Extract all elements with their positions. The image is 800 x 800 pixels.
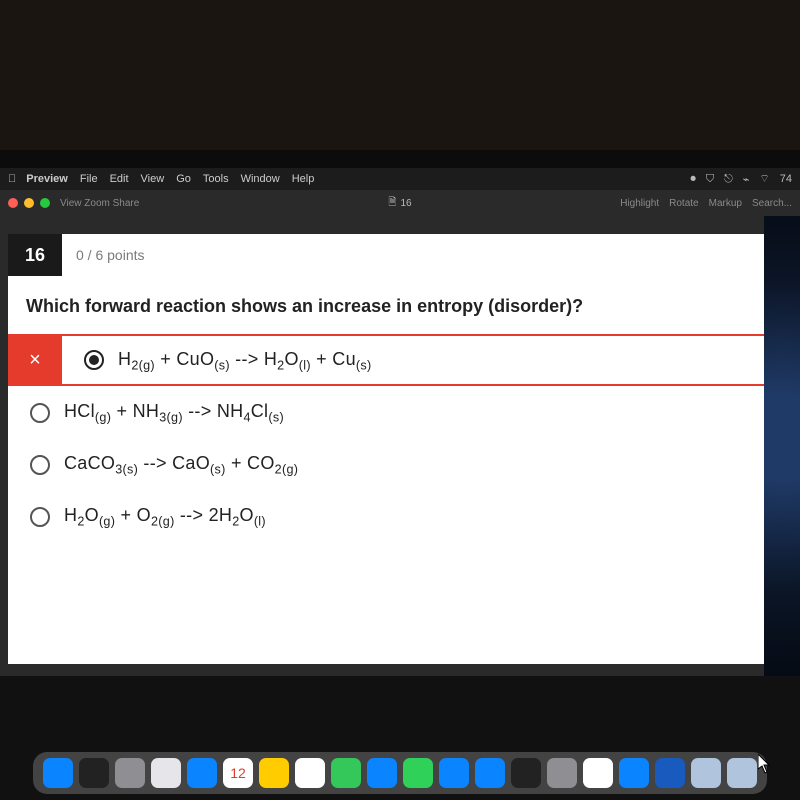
record-status-icon[interactable]: ⏺	[690, 173, 696, 186]
apple-menu-icon[interactable]: 	[8, 173, 16, 185]
macos-menubar:  Preview File Edit View Go Tools Window…	[0, 168, 800, 190]
radio-selected-icon[interactable]	[84, 350, 104, 370]
menu-view[interactable]: View	[141, 173, 165, 185]
desktop-wallpaper-sliver	[764, 216, 800, 676]
dock-app-notes[interactable]	[259, 758, 289, 788]
menu-edit[interactable]: Edit	[110, 173, 129, 185]
bluetooth-icon[interactable]: ⌁	[743, 173, 750, 186]
dock-app-folder2[interactable]	[727, 758, 757, 788]
answer-option[interactable]: HCl(g) + NH3(g) --> NH4Cl(s)	[8, 386, 764, 438]
menu-go[interactable]: Go	[176, 173, 191, 185]
close-button[interactable]	[8, 198, 18, 208]
incorrect-x-icon: ×	[8, 336, 62, 384]
mouse-cursor-icon	[758, 754, 772, 774]
question-points: 0 / 6 points	[76, 247, 145, 263]
option-formula: CaCO3(s) --> CaO(s) + CO2(g)	[64, 453, 298, 477]
dock-app-safari2[interactable]	[475, 758, 505, 788]
answer-option[interactable]: CaCO3(s) --> CaO(s) + CO2(g)	[8, 438, 764, 490]
toolbar-highlight[interactable]: Highlight	[620, 198, 659, 209]
question-text: Which forward reaction shows an increase…	[8, 276, 764, 334]
quiz-question-card: 16 0 / 6 points Which forward reaction s…	[8, 234, 764, 664]
document-viewport: McK 16 0 / 6 points Which forward reacti…	[0, 216, 764, 676]
dropbox-icon[interactable]: ⎋	[724, 173, 733, 186]
dock-app-safari[interactable]	[151, 758, 181, 788]
macos-dock: 12	[33, 752, 767, 794]
option-formula: H2O(g) + O2(g) --> 2H2O(l)	[64, 505, 266, 529]
zoom-button[interactable]	[40, 198, 50, 208]
radio-unselected-icon[interactable]	[30, 507, 50, 527]
dock-app-chrome[interactable]	[583, 758, 613, 788]
shield-icon[interactable]: ⛉	[706, 173, 714, 186]
traffic-lights	[8, 198, 50, 208]
toolbar-left[interactable]: View Zoom Share	[60, 198, 139, 209]
dock-app-calendar[interactable]: 12	[223, 758, 253, 788]
dock-app-folder1[interactable]	[691, 758, 721, 788]
question-header: 16 0 / 6 points	[8, 234, 764, 276]
minimize-button[interactable]	[24, 198, 34, 208]
battery-pct: 74	[780, 173, 792, 185]
option-formula: H2(g) + CuO(s) --> H2O(l) + Cu(s)	[118, 349, 372, 373]
window-titlebar: View Zoom Share 🗎 16 Highlight Rotate Ma…	[0, 190, 800, 216]
toolbar-markup[interactable]: Markup	[709, 198, 742, 209]
menu-file[interactable]: File	[80, 173, 98, 185]
dock-app-keynote[interactable]	[367, 758, 397, 788]
dock-app-reminders[interactable]	[295, 758, 325, 788]
dock-app-launchpad[interactable]	[115, 758, 145, 788]
dock-app-finder[interactable]	[43, 758, 73, 788]
question-number-badge: 16	[8, 234, 62, 276]
monitor:  Preview File Edit View Go Tools Window…	[0, 150, 800, 800]
radio-unselected-icon[interactable]	[30, 403, 50, 423]
toolbar-search[interactable]: Search...	[752, 198, 792, 209]
toolbar-rotate[interactable]: Rotate	[669, 198, 698, 209]
dock-app-messages[interactable]	[403, 758, 433, 788]
dock-app-mail[interactable]	[187, 758, 217, 788]
dock-app-zoom[interactable]	[619, 758, 649, 788]
dock-app-appstore[interactable]	[439, 758, 469, 788]
dock-app-maps[interactable]	[331, 758, 361, 788]
dock-app-word[interactable]	[655, 758, 685, 788]
menu-window[interactable]: Window	[241, 173, 280, 185]
answer-option[interactable]: × H2(g) + CuO(s) --> H2O(l) + Cu(s)	[8, 334, 764, 386]
options-list: × H2(g) + CuO(s) --> H2O(l) + Cu(s) HCl(g)…	[8, 334, 764, 542]
radio-unselected-icon[interactable]	[30, 455, 50, 475]
menu-tools[interactable]: Tools	[203, 173, 229, 185]
document-title: 16	[400, 198, 411, 209]
app-name[interactable]: Preview	[26, 173, 68, 185]
dock-app-settings[interactable]	[547, 758, 577, 788]
preview-window: View Zoom Share 🗎 16 Highlight Rotate Ma…	[0, 190, 800, 676]
wifi-icon[interactable]: ⌔	[759, 172, 769, 186]
answer-option[interactable]: H2O(g) + O2(g) --> 2H2O(l)	[8, 490, 764, 542]
dock-app-tv[interactable]	[511, 758, 541, 788]
option-formula: HCl(g) + NH3(g) --> NH4Cl(s)	[64, 401, 284, 425]
menu-help[interactable]: Help	[292, 173, 315, 185]
document-icon: 🗎	[388, 195, 396, 212]
dock-app-siri[interactable]	[79, 758, 109, 788]
